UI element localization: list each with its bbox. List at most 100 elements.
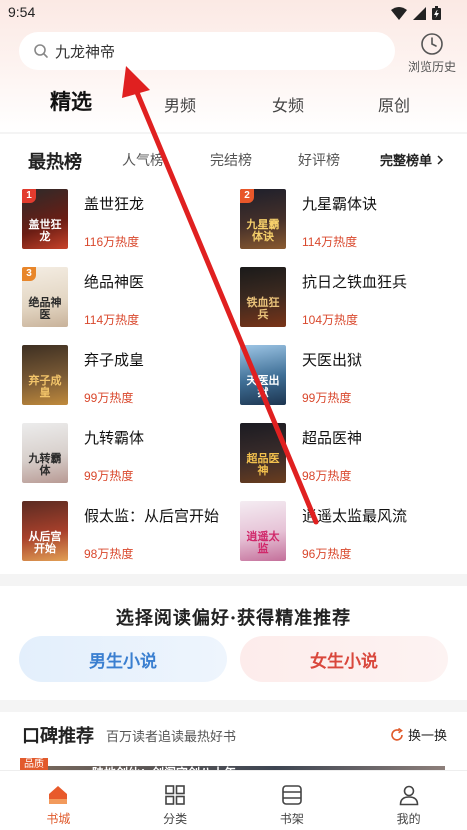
- book-title: 弃子成皇: [84, 352, 145, 369]
- ranking-section: 最热榜 人气榜 完结榜 好评榜 完整榜单 1 盖世狂龙 盖世狂龙 116万热度 …: [0, 134, 467, 574]
- word-of-mouth-section: 口碑推荐 百万读者追读最热好书 换一换 陆地剑仙：剑阁守剑八十年 品质: [0, 712, 467, 774]
- signal-icon: [413, 6, 426, 20]
- browse-history-button[interactable]: 浏览历史: [404, 32, 460, 75]
- book-cover: 逍遥太监: [240, 501, 286, 561]
- book-heat: 99万热度: [302, 391, 352, 405]
- battery-icon: [432, 6, 441, 20]
- book-cover: 弃子成皇: [22, 345, 68, 405]
- tab-original[interactable]: 原创: [378, 92, 410, 116]
- book-cover: 从后宫开始: [22, 501, 68, 561]
- book-cover: 天医出狱: [240, 345, 286, 405]
- book-item[interactable]: 从后宫开始 假太监：从后宫开始 98万热度: [22, 501, 242, 563]
- book-heat: 104万热度: [302, 313, 359, 327]
- book-heat: 114万热度: [302, 235, 358, 249]
- cover-text: 盖世狂龙: [28, 218, 62, 243]
- book-cover: 2 九星霸体诀: [240, 189, 286, 249]
- grid-icon: [165, 785, 185, 805]
- book-title: 假太监：从后宫开始: [84, 508, 220, 525]
- tab-featured[interactable]: 精选: [50, 86, 92, 116]
- wifi-icon: [391, 6, 407, 20]
- book-title: 绝品神医: [84, 274, 145, 291]
- ranking-tabs: 最热榜 人气榜 完结榜 好评榜 完整榜单: [0, 148, 467, 174]
- cover-text: 逍遥太监: [246, 530, 280, 555]
- rank-tab-hottest[interactable]: 最热榜: [28, 148, 82, 174]
- cover-text: 铁血狂兵: [246, 296, 280, 321]
- cover-text: 从后宫开始: [28, 530, 62, 555]
- book-title: 盖世狂龙: [84, 196, 145, 213]
- book-title: 天医出狱: [302, 352, 363, 369]
- book-item[interactable]: 天医出狱 天医出狱 99万热度: [240, 345, 460, 407]
- book-heat: 116万热度: [84, 235, 140, 249]
- refresh-icon: [391, 727, 403, 741]
- status-time: 9:54: [8, 4, 36, 20]
- book-cover: 超品医神: [240, 423, 286, 483]
- nav-profile-label: 我的: [396, 812, 421, 826]
- cover-text: 超品医神: [246, 452, 280, 477]
- book-cover: 1 盖世狂龙: [22, 189, 68, 249]
- full-list-label: 完整榜单: [379, 153, 432, 168]
- book-item[interactable]: 弃子成皇 弃子成皇 99万热度: [22, 345, 242, 407]
- book-cover: 九转霸体: [22, 423, 68, 483]
- browse-history-label: 浏览历史: [407, 60, 456, 74]
- status-bar: 9:54: [0, 0, 467, 26]
- book-item[interactable]: 2 九星霸体诀 九星霸体诀 114万热度: [240, 189, 460, 251]
- cover-text: 九星霸体诀: [246, 218, 280, 243]
- rank-badge: 2: [240, 189, 254, 203]
- cover-text: 天医出狱: [246, 374, 280, 399]
- book-title: 超品医神: [302, 430, 363, 447]
- refresh-button[interactable]: 换一换: [390, 725, 447, 744]
- book-heat: 99万热度: [84, 391, 134, 405]
- refresh-label: 换一换: [407, 728, 447, 743]
- book-title: 逍遥太监最风流: [302, 508, 408, 525]
- nav-bookshelf[interactable]: 书架: [234, 771, 351, 830]
- cover-text: 弃子成皇: [28, 374, 62, 399]
- koubei-title: 口碑推荐: [22, 726, 94, 747]
- nav-category-label: 分类: [163, 812, 188, 826]
- book-title: 九星霸体诀: [302, 196, 378, 213]
- book-heat: 99万热度: [84, 469, 134, 483]
- clock-icon: [421, 33, 443, 55]
- book-title: 抗日之铁血狂兵: [302, 274, 408, 291]
- search-input-text[interactable]: 九龙神帝: [55, 41, 115, 62]
- bookshelf-icon: [282, 785, 302, 805]
- tab-male[interactable]: 男频: [164, 92, 196, 116]
- bottom-navigation: 书城 分类 书架 我的: [0, 770, 467, 830]
- book-heat: 98万热度: [84, 547, 134, 561]
- cover-text: 九转霸体: [28, 452, 62, 477]
- book-heat: 98万热度: [302, 469, 352, 483]
- rank-badge: 3: [22, 267, 36, 281]
- book-item[interactable]: 九转霸体 九转霸体 99万热度: [22, 423, 242, 485]
- nav-bookshelf-label: 书架: [279, 812, 304, 826]
- rank-tab-completed[interactable]: 完结榜: [210, 150, 252, 170]
- search-icon: [34, 44, 48, 58]
- preference-title: 选择阅读偏好·获得精准推荐: [115, 608, 352, 629]
- book-item[interactable]: 超品医神 超品医神 98万热度: [240, 423, 460, 485]
- nav-profile[interactable]: 我的: [350, 771, 467, 830]
- user-icon: [399, 785, 418, 806]
- tab-female[interactable]: 女频: [272, 92, 304, 116]
- rank-badge: 1: [22, 189, 36, 203]
- book-item[interactable]: 1 盖世狂龙 盖世狂龙 116万热度: [22, 189, 242, 251]
- nav-bookstore[interactable]: 书城: [0, 771, 117, 830]
- full-list-link[interactable]: 完整榜单: [380, 150, 445, 169]
- book-title: 九转霸体: [84, 430, 145, 447]
- book-item[interactable]: 逍遥太监 逍遥太监最风流 96万热度: [240, 501, 460, 563]
- cover-text: 绝品神医: [28, 296, 62, 321]
- search-bar[interactable]: 九龙神帝: [19, 32, 395, 70]
- reading-preference-section: 选择阅读偏好·获得精准推荐 男生小说 女生小说: [0, 586, 467, 700]
- male-novels-button[interactable]: 男生小说: [19, 636, 227, 682]
- nav-bookstore-label: 书城: [46, 812, 71, 826]
- book-heat: 96万热度: [302, 547, 352, 561]
- bookstore-icon: [49, 786, 68, 804]
- book-item[interactable]: 3 绝品神医 绝品神医 114万热度: [22, 267, 242, 329]
- status-icons: [391, 6, 441, 20]
- chevron-right-icon: [437, 154, 444, 165]
- rank-tab-popular[interactable]: 人气榜: [122, 150, 164, 170]
- book-cover: 3 绝品神医: [22, 267, 68, 327]
- rank-tab-top-rated[interactable]: 好评榜: [298, 150, 340, 170]
- female-novels-button[interactable]: 女生小说: [240, 636, 448, 682]
- nav-category[interactable]: 分类: [117, 771, 234, 830]
- book-heat: 114万热度: [84, 313, 140, 327]
- book-item[interactable]: 铁血狂兵 抗日之铁血狂兵 104万热度: [240, 267, 460, 329]
- book-cover: 铁血狂兵: [240, 267, 286, 327]
